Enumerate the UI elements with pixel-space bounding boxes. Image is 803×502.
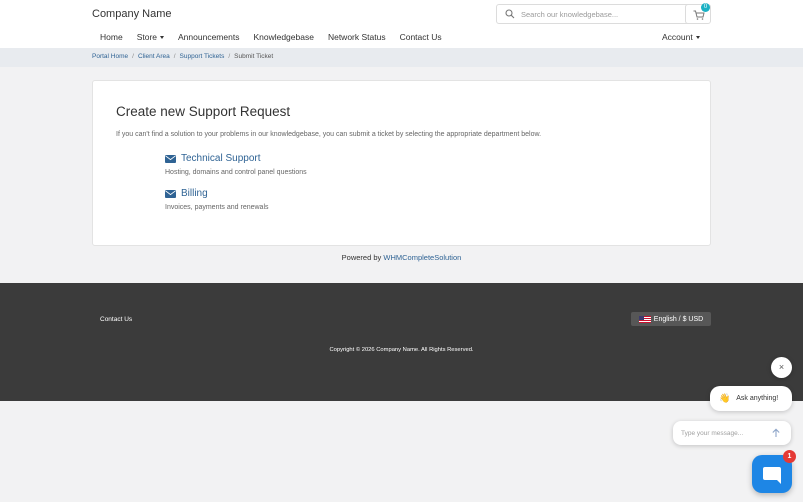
nav-announcements[interactable]: Announcements [170,28,245,46]
department-technical-support: Technical Support Hosting, domains and c… [165,153,307,176]
unread-count-badge: 1 [783,450,796,463]
close-icon: × [778,362,785,372]
department-name: Billing [181,188,208,199]
powered-by-link[interactable]: WHMCompleteSolution [383,253,461,262]
cart-count-badge: 0 [701,3,710,12]
copyright-text: Copyright © 2026 Company Name. All Right… [329,347,474,353]
department-description: Invoices, payments and renewals [165,204,269,211]
nav-contact-us[interactable]: Contact Us [392,28,448,46]
powered-by: Powered by WHMCompleteSolution [0,253,803,262]
breadcrumb-portal-home[interactable]: Portal Home [92,53,128,60]
waving-hand-icon: 👋 [719,393,731,403]
chevron-down-icon [695,36,700,40]
footer: Contact Us English / $ USD Copyright © 2… [0,283,803,401]
department-link-technical-support[interactable]: Technical Support [165,153,307,164]
knowledgebase-search[interactable] [496,4,706,24]
breadcrumb-current: Submit Ticket [234,53,274,60]
breadcrumb-separator: / [173,53,176,60]
chat-message-input[interactable] [681,426,767,440]
nav-contact-us-label: Contact Us [399,32,442,42]
support-request-card: Create new Support Request If you can't … [92,80,711,246]
chat-close-button[interactable]: × [771,357,792,378]
nav-network-status[interactable]: Network Status [320,28,392,46]
department-link-billing[interactable]: Billing [165,188,269,199]
cart-button[interactable]: 0 [685,3,711,24]
nav-home-label: Home [100,32,123,42]
breadcrumb-support-tickets[interactable]: Support Tickets [180,53,225,60]
chevron-down-icon [160,36,165,40]
breadcrumb-client-area[interactable]: Client Area [138,53,170,60]
send-arrow-icon[interactable] [771,428,781,438]
envelope-icon [165,154,176,163]
nav-announcements-label: Announcements [178,32,240,42]
main-nav: Home Store Announcements Knowledgebase N… [92,28,448,46]
account-label: Account [662,32,693,42]
breadcrumb-bar: Portal Home / Client Area / Support Tickets /… [0,48,803,67]
language-currency-button[interactable]: English / $ USD [631,312,711,326]
top-header: Company Name 0 Home Store Announcements … [0,0,803,48]
breadcrumb: Portal Home / Client Area / Support Tickets /… [92,53,273,60]
search-icon [505,9,515,19]
nav-knowledgebase-label: Knowledgebase [253,32,314,42]
chat-input-box[interactable] [673,421,791,445]
chat-launcher-button[interactable]: 1 [752,450,796,493]
nav-network-status-label: Network Status [327,32,386,42]
footer-contact-link[interactable]: Contact Us [100,316,132,323]
nav-home[interactable]: Home [92,28,129,46]
us-flag-icon [638,315,651,323]
page-title: Create new Support Request [116,104,291,119]
company-logo-text[interactable]: Company Name [92,8,171,20]
department-billing: Billing Invoices, payments and renewals [165,188,269,211]
nav-store-label: Store [136,32,158,42]
chat-prompt: Ask anything! [736,395,779,402]
nav-store[interactable]: Store [129,28,170,46]
language-label: English / $ USD [653,315,704,323]
search-input[interactable] [521,7,701,21]
chat-ask-bubble[interactable]: 👋 Ask anything! [710,386,792,411]
department-description: Hosting, domains and control panel quest… [165,169,307,176]
account-menu[interactable]: Account [662,32,700,42]
breadcrumb-separator: / [132,53,134,60]
envelope-icon [165,189,176,198]
breadcrumb-separator: / [228,53,231,60]
nav-knowledgebase[interactable]: Knowledgebase [245,28,320,46]
department-name: Technical Support [181,153,261,164]
intro-text: If you can't find a solution to your pro… [116,131,542,138]
chat-bubble-icon [763,467,781,484]
powered-by-prefix: Powered by [341,253,382,262]
